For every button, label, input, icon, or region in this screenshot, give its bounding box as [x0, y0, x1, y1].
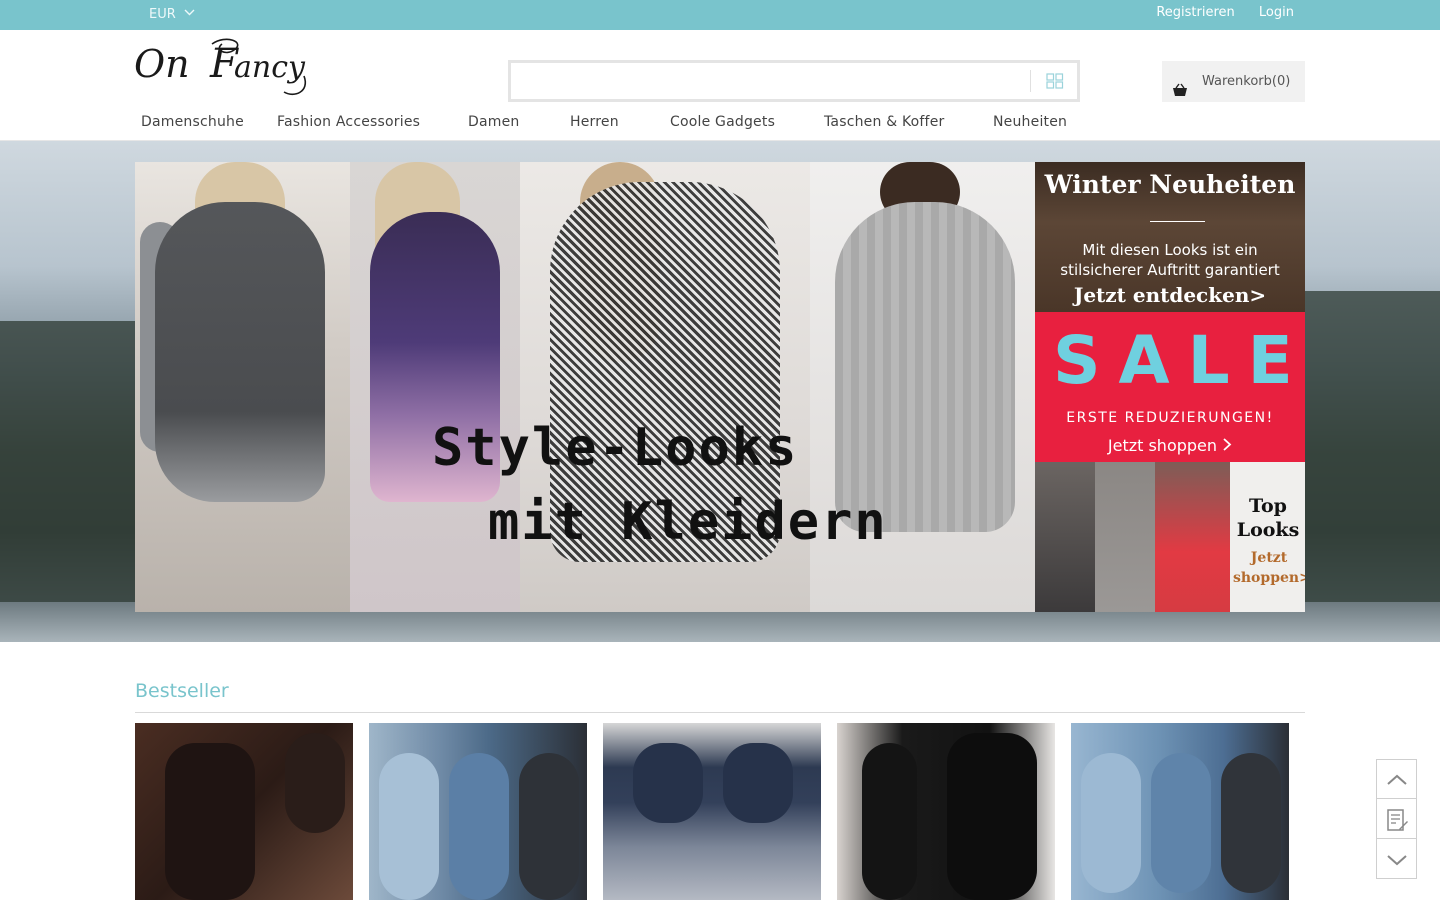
promo-winter-divider	[1150, 221, 1205, 222]
notepad-icon	[1387, 809, 1408, 831]
nav-item-neuheiten[interactable]: Neuheiten	[993, 114, 1067, 130]
product-card-denim-overalls[interactable]	[369, 723, 587, 900]
product-card-halter-top-set[interactable]	[603, 723, 821, 900]
nav-item-damenschuhe[interactable]: Damenschuhe	[141, 114, 244, 130]
search-box	[508, 60, 1080, 102]
hero-headline-line-2: mit Kleidern	[488, 492, 888, 552]
product-image	[947, 733, 1037, 900]
product-card-lace-corset-dress[interactable]	[135, 723, 353, 900]
floating-toolbar	[1376, 759, 1417, 879]
grey-knit-dress	[835, 202, 1015, 532]
promo-top-cta-line-2: shoppen>	[1233, 570, 1305, 586]
product-image	[449, 753, 509, 900]
product-image	[379, 753, 439, 900]
arrow-up-icon	[1387, 774, 1407, 785]
search-divider	[1030, 70, 1031, 92]
currency-label: EUR	[149, 7, 176, 22]
promo-sale-cta-label: Jetzt shoppen	[1107, 436, 1218, 455]
product-card-denim-short-overalls[interactable]	[1071, 723, 1289, 900]
promo-winter-neuheiten[interactable]: Winter Neuheiten Mit diesen Looks ist ei…	[1035, 162, 1305, 312]
promo-top-title-line-2: Looks	[1236, 519, 1300, 541]
promo-sale-cta: Jetzt shoppen	[1035, 436, 1305, 455]
promo-top-title: Top Looks	[1233, 494, 1303, 542]
model-photo-red-dress	[1155, 462, 1230, 612]
promo-winter-cta: Jetzt entdecken>	[1073, 283, 1267, 307]
product-image	[862, 743, 917, 900]
nav-item-taschen-koffer[interactable]: Taschen & Koffer	[824, 114, 944, 130]
top-bar: EUR Registrieren Login	[0, 0, 1440, 30]
promo-top-cta-line-1: Jetzt	[1250, 550, 1288, 566]
product-image	[1081, 753, 1141, 893]
product-image	[1221, 753, 1281, 893]
promo-winter-text: Mit diesen Looks ist ein stilsicherer Au…	[1035, 240, 1305, 280]
account-links: Registrieren Login	[1136, 0, 1294, 30]
cart-label: Warenkorb(0)	[1202, 74, 1291, 89]
login-link[interactable]: Login	[1259, 5, 1294, 20]
section-divider	[135, 712, 1305, 713]
product-image	[723, 743, 793, 823]
svg-text:On: On	[134, 42, 190, 86]
scroll-down-button[interactable]	[1377, 840, 1416, 879]
basket-icon	[1172, 74, 1188, 96]
promo-winter-title: Winter Neuheiten	[1044, 170, 1296, 199]
product-image	[519, 753, 579, 900]
nav-item-herren[interactable]: Herren	[570, 114, 619, 130]
promo-sale[interactable]: SALE ERSTE REDUZIERUNGEN! Jetzt shoppen	[1035, 312, 1305, 462]
cart-button[interactable]: Warenkorb(0)	[1162, 61, 1305, 102]
chevron-down-icon	[184, 0, 195, 25]
product-image	[633, 743, 703, 823]
notes-button[interactable]	[1377, 800, 1416, 839]
promo-sale-subtitle: ERSTE REDUZIERUNGEN!	[1066, 410, 1274, 426]
promo-winter-text-line-2: stilsicherer Auftritt garantiert	[1060, 261, 1280, 279]
nav-item-fashion-accessories[interactable]: Fashion Accessories	[277, 114, 420, 130]
product-image	[165, 743, 255, 900]
bestseller-heading: Bestseller	[135, 680, 229, 702]
promo-sale-title: SALE	[1053, 322, 1305, 399]
register-link[interactable]: Registrieren	[1156, 5, 1234, 20]
model-photo-black-dress	[1035, 462, 1095, 612]
promo-top-looks[interactable]: Top Looks Jetzt shoppen>	[1035, 462, 1305, 612]
promo-winter-text-line-1: Mit diesen Looks ist ein	[1082, 241, 1258, 259]
scroll-top-button[interactable]	[1377, 760, 1416, 799]
grey-hoodie-dress	[155, 202, 325, 502]
promo-top-cta: Jetzt shoppen>	[1233, 548, 1305, 588]
product-image-inset	[285, 733, 345, 833]
nav-item-damen[interactable]: Damen	[468, 114, 519, 130]
model-photo-grey-dress	[1095, 462, 1155, 612]
currency-selector[interactable]: EUR	[149, 0, 195, 30]
hero-headline-line-1: Style-Looks	[432, 418, 799, 478]
search-input[interactable]	[517, 67, 1027, 95]
product-image	[1151, 753, 1211, 893]
nav-item-coole-gadgets[interactable]: Coole Gadgets	[670, 114, 775, 130]
promo-top-title-line-1: Top	[1249, 495, 1287, 517]
product-card-lace-jumpsuit[interactable]	[837, 723, 1055, 900]
main-navigation: Damenschuhe Fashion Accessories Damen He…	[0, 108, 1440, 141]
hero-banner[interactable]: Style-Looks mit Kleidern	[135, 162, 1035, 612]
arrow-down-icon	[1387, 855, 1407, 866]
chevron-right-icon	[1222, 436, 1232, 455]
grid-search-icon[interactable]	[1046, 73, 1064, 89]
model-photo-1	[135, 162, 350, 612]
svg-text:ancy: ancy	[234, 50, 306, 85]
brand-logo[interactable]: On F ancy	[134, 36, 338, 100]
